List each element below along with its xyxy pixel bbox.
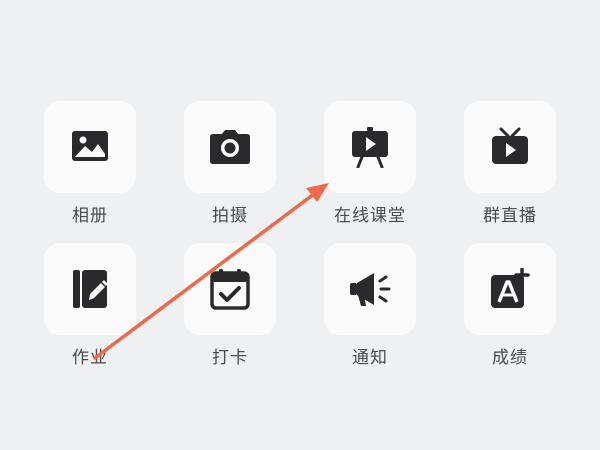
photo-album-icon bbox=[72, 131, 108, 161]
app-tile-check-in[interactable] bbox=[184, 243, 276, 335]
app-tile-grades[interactable] bbox=[464, 243, 556, 335]
app-label-live: 群直播 bbox=[483, 206, 537, 226]
app-label-photo-album: 相册 bbox=[72, 206, 108, 226]
app-tile-live[interactable] bbox=[464, 101, 556, 193]
app-label-grades: 成绩 bbox=[492, 348, 528, 368]
app-label-online-class: 在线课堂 bbox=[334, 206, 406, 226]
app-tile-online-class[interactable] bbox=[324, 101, 416, 193]
app-label-homework: 作业 bbox=[72, 348, 108, 368]
tv-live-icon bbox=[492, 127, 528, 164]
app-tile-photo-album[interactable] bbox=[44, 101, 136, 193]
app-label-check-in: 打卡 bbox=[212, 348, 248, 368]
online-class-icon bbox=[352, 127, 388, 168]
homework-icon bbox=[73, 270, 108, 308]
app-tile-notice[interactable] bbox=[324, 243, 416, 335]
app-label-camera: 拍摄 bbox=[212, 206, 248, 226]
app-tile-camera[interactable] bbox=[184, 101, 276, 193]
app-grid: 相册 拍摄 在线课堂 群直播 作业 打卡 通知 成绩 bbox=[0, 0, 600, 450]
camera-icon bbox=[210, 130, 250, 164]
megaphone-icon bbox=[350, 273, 391, 306]
app-label-notice: 通知 bbox=[352, 348, 388, 368]
grade-icon bbox=[491, 268, 530, 308]
check-in-calendar-icon bbox=[210, 269, 250, 310]
app-tile-homework[interactable] bbox=[44, 243, 136, 335]
